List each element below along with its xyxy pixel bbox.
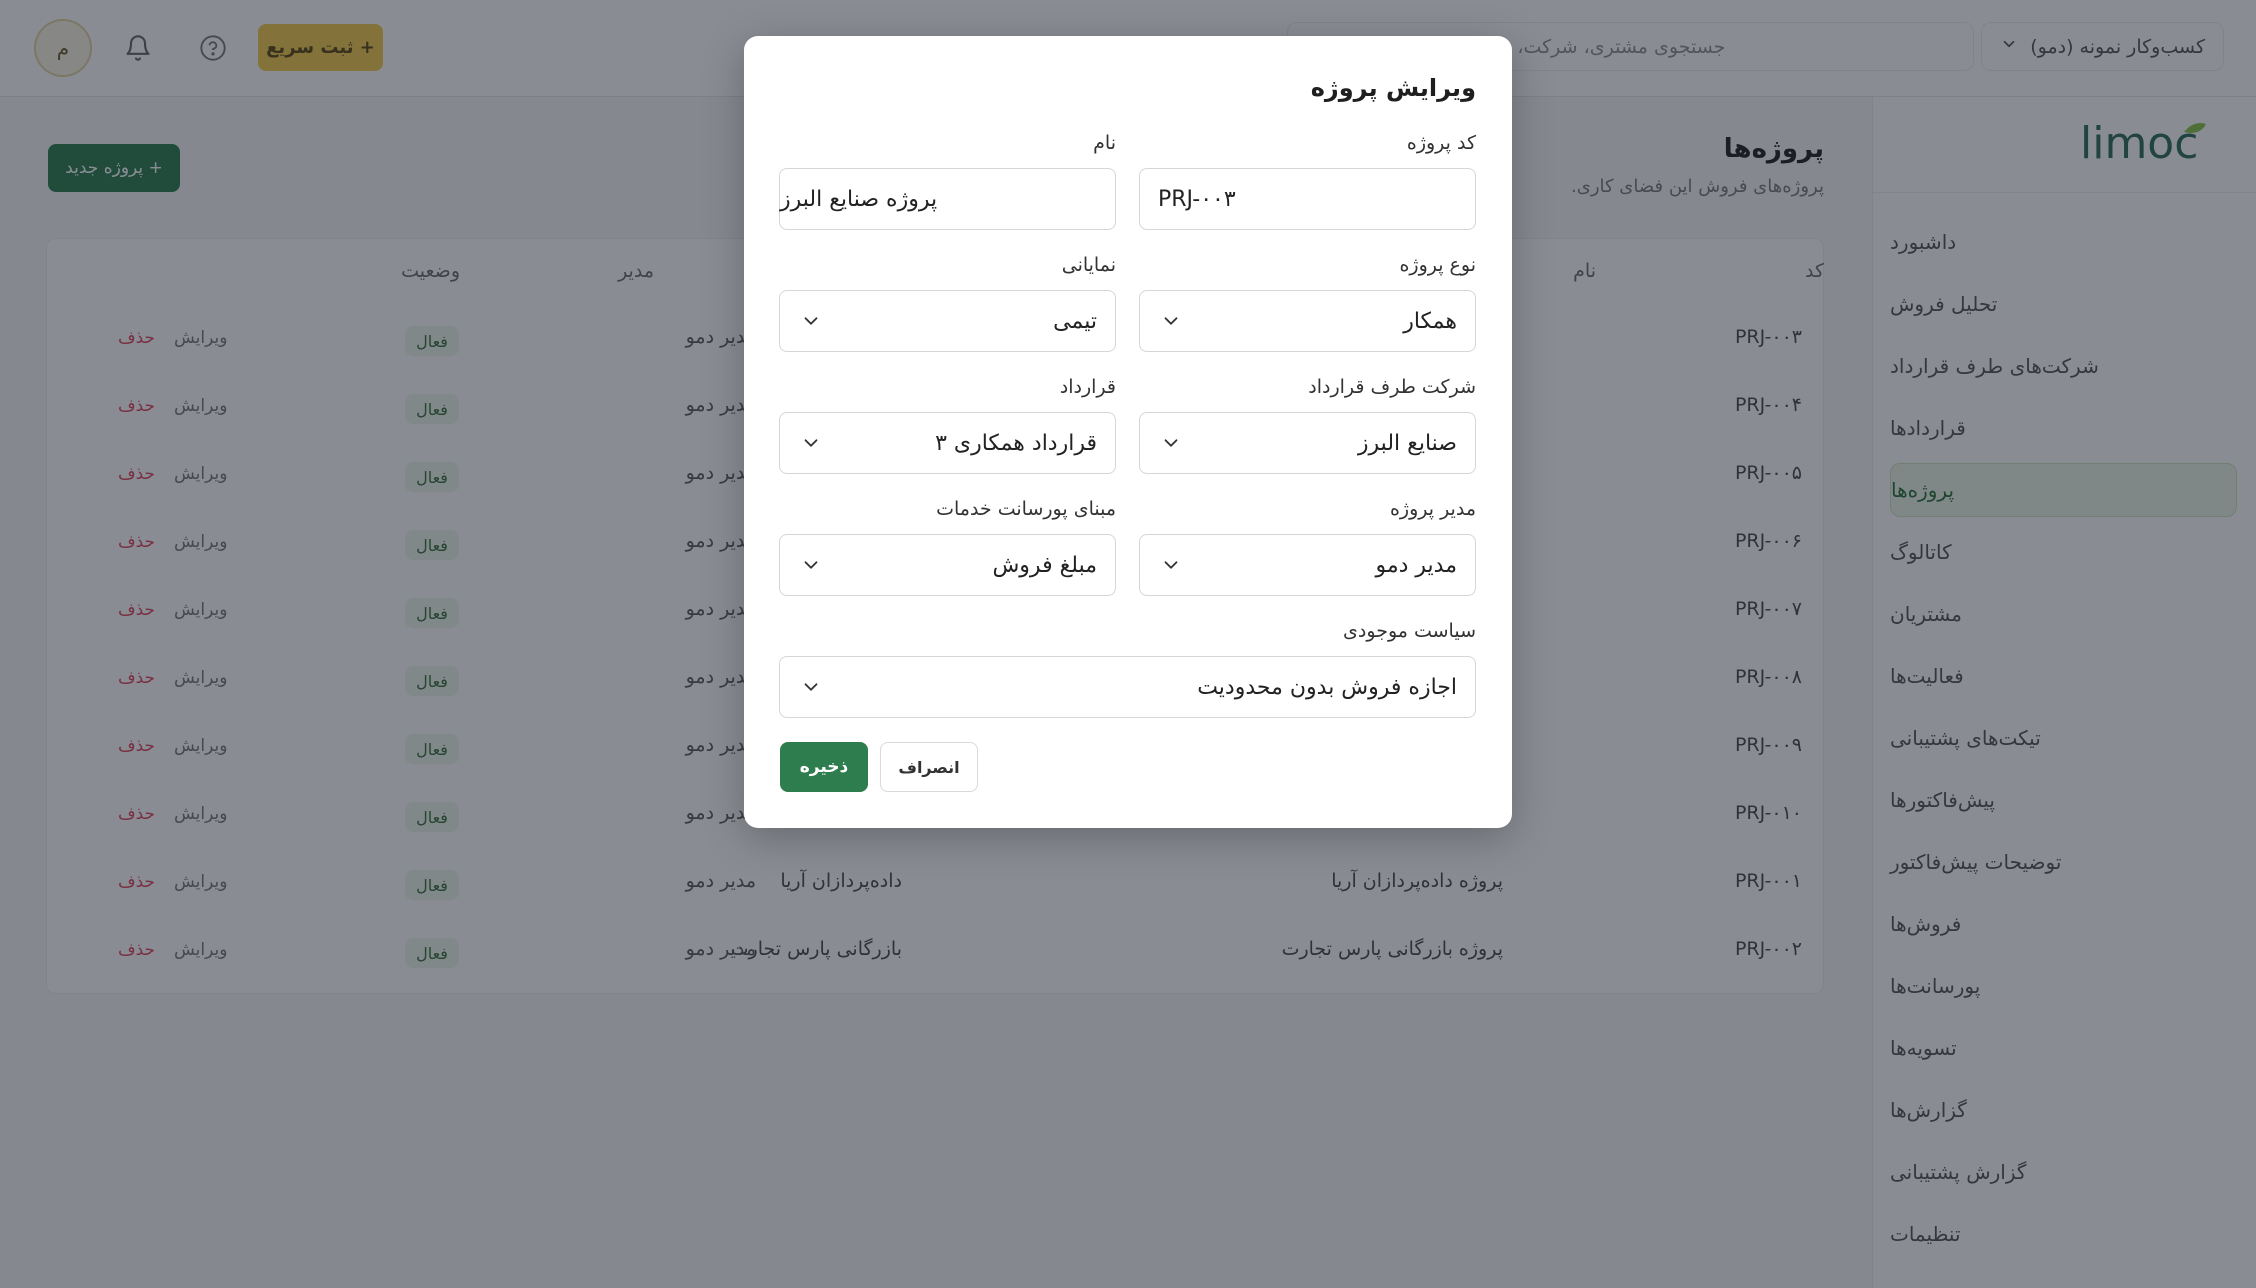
chevron-down-icon (800, 432, 822, 454)
project-code-label: کد پروژه (1406, 132, 1476, 154)
project-manager-select[interactable]: مدیر دمو (1139, 534, 1476, 596)
cancel-button[interactable]: انصراف (880, 742, 978, 792)
project-type-select[interactable]: همکار (1139, 290, 1476, 352)
visibility-label: نمایانی (1061, 254, 1116, 276)
contract-company-value: صنایع البرز (1357, 430, 1457, 456)
contract-select[interactable]: قرارداد همکاری ۳ (779, 412, 1116, 474)
inventory-policy-label: سیاست موجودی (1343, 620, 1476, 642)
inventory-policy-value: اجازه فروش بدون محدودیت (1197, 674, 1457, 700)
chevron-down-icon (800, 676, 822, 698)
project-manager-label: مدیر پروژه (1389, 498, 1476, 520)
chevron-down-icon (1160, 554, 1182, 576)
chevron-down-icon (800, 554, 822, 576)
project-type-label: نوع پروژه (1399, 254, 1476, 276)
project-manager-value: مدیر دمو (1375, 552, 1457, 578)
save-button[interactable]: ذخیره (780, 742, 868, 792)
chevron-down-icon (1160, 432, 1182, 454)
modal-title: ویرایش پروژه (1310, 74, 1476, 102)
project-name-label: نام (1093, 132, 1116, 154)
project-name-input[interactable]: پروژه صنایع البرز (779, 168, 1116, 230)
project-code-value: PRJ-۰۰۳ (1158, 186, 1236, 212)
inventory-policy-select[interactable]: اجازه فروش بدون محدودیت (779, 656, 1476, 718)
chevron-down-icon (1160, 310, 1182, 332)
project-code-input[interactable]: PRJ-۰۰۳ (1139, 168, 1476, 230)
commission-basis-select[interactable]: مبلغ فروش (779, 534, 1116, 596)
visibility-value: تیمی (1053, 308, 1097, 334)
project-type-value: همکار (1403, 308, 1457, 334)
contract-label: قرارداد (1059, 376, 1116, 398)
commission-basis-value: مبلغ فروش (992, 552, 1097, 578)
chevron-down-icon (800, 310, 822, 332)
contract-company-select[interactable]: صنایع البرز (1139, 412, 1476, 474)
contract-value: قرارداد همکاری ۳ (935, 430, 1097, 456)
edit-project-modal: ویرایش پروژه کد پروژه PRJ-۰۰۳ نام پروژه … (744, 36, 1512, 828)
project-name-value: پروژه صنایع البرز (780, 186, 938, 212)
contract-company-label: شرکت طرف قرارداد (1308, 376, 1476, 398)
visibility-select[interactable]: تیمی (779, 290, 1116, 352)
commission-basis-label: مبنای پورسانت خدمات (936, 498, 1116, 520)
